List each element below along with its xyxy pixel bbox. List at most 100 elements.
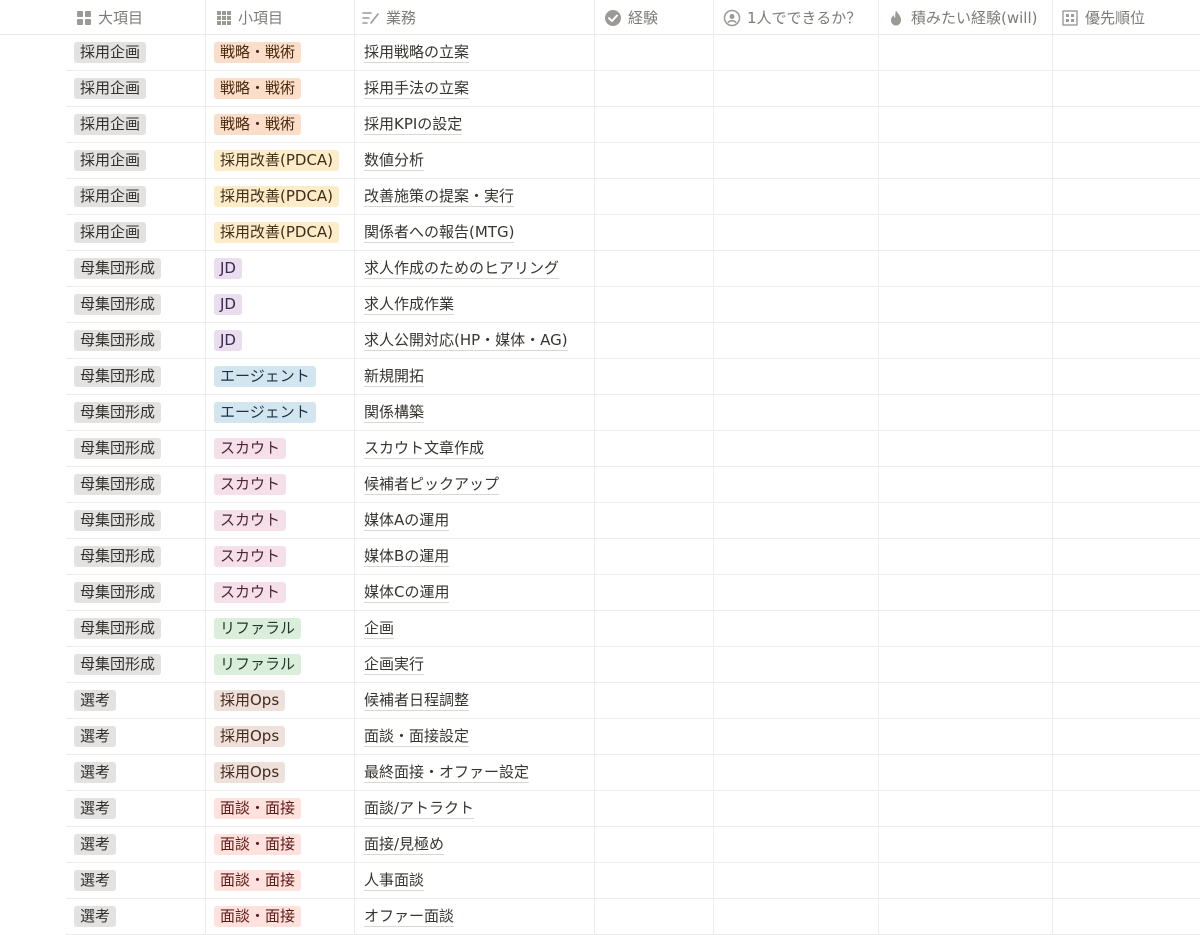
task-cell[interactable]: 改善施策の提案・実行 bbox=[364, 179, 515, 214]
task-title[interactable]: 採用手法の立案 bbox=[364, 79, 470, 99]
minor-category-cell[interactable]: JD bbox=[214, 287, 242, 322]
table-row[interactable]: 母集団形成 エージェント 関係構築 bbox=[66, 395, 1200, 431]
minor-category-cell[interactable]: 採用Ops bbox=[214, 755, 286, 790]
table-row[interactable]: 採用企画 戦略・戦術 採用戦略の立案 bbox=[66, 35, 1200, 71]
task-title[interactable]: 改善施策の提案・実行 bbox=[364, 187, 515, 207]
minor-category-cell[interactable]: JD bbox=[214, 251, 242, 286]
table-row[interactable]: 採用企画 戦略・戦術 採用手法の立案 bbox=[66, 71, 1200, 107]
column-header-will[interactable]: 積みたい経験(will) bbox=[887, 0, 1037, 35]
major-category-cell[interactable]: 母集団形成 bbox=[74, 431, 162, 466]
task-title[interactable]: 候補者ピックアップ bbox=[364, 475, 500, 495]
task-title[interactable]: 企画 bbox=[364, 619, 395, 639]
minor-category-cell[interactable]: 採用改善(PDCA) bbox=[214, 215, 340, 250]
task-cell[interactable]: 求人作成のためのヒアリング bbox=[364, 251, 560, 286]
minor-category-cell[interactable]: 採用Ops bbox=[214, 719, 286, 754]
task-cell[interactable]: スカウト文章作成 bbox=[364, 431, 485, 466]
task-cell[interactable]: 面接/見極め bbox=[364, 827, 445, 862]
task-title[interactable]: 面談・面接設定 bbox=[364, 727, 470, 747]
major-category-cell[interactable]: 母集団形成 bbox=[74, 251, 162, 286]
task-cell[interactable]: 関係者への報告(MTG) bbox=[364, 215, 515, 250]
minor-category-cell[interactable]: スカウト bbox=[214, 503, 287, 538]
table-row[interactable]: 選考 採用Ops 面談・面接設定 bbox=[66, 719, 1200, 755]
minor-category-cell[interactable]: 面談・面接 bbox=[214, 899, 302, 934]
task-title[interactable]: オファー面談 bbox=[364, 907, 455, 927]
table-row[interactable]: 母集団形成 スカウト 媒体Bの運用 bbox=[66, 539, 1200, 575]
minor-category-cell[interactable]: エージェント bbox=[214, 395, 316, 430]
table-row[interactable]: 母集団形成 JD 求人作成のためのヒアリング bbox=[66, 251, 1200, 287]
major-category-cell[interactable]: 採用企画 bbox=[74, 107, 147, 142]
minor-category-cell[interactable]: 戦略・戦術 bbox=[214, 71, 302, 106]
minor-category-cell[interactable]: JD bbox=[214, 323, 242, 358]
major-category-cell[interactable]: 採用企画 bbox=[74, 35, 147, 70]
table-row[interactable]: 選考 面談・面接 オファー面談 bbox=[66, 899, 1200, 935]
table-row[interactable]: 選考 面談・面接 面接/見極め bbox=[66, 827, 1200, 863]
task-cell[interactable]: オファー面談 bbox=[364, 899, 455, 934]
major-category-cell[interactable]: 採用企画 bbox=[74, 143, 147, 178]
minor-category-cell[interactable]: スカウト bbox=[214, 539, 287, 574]
table-row[interactable]: 選考 面談・面接 人事面談 bbox=[66, 863, 1200, 899]
table-row[interactable]: 母集団形成 スカウト スカウト文章作成 bbox=[66, 431, 1200, 467]
table-row[interactable]: 選考 面談・面接 面談/アトラクト bbox=[66, 791, 1200, 827]
major-category-cell[interactable]: 選考 bbox=[74, 719, 117, 754]
major-category-cell[interactable]: 母集団形成 bbox=[74, 503, 162, 538]
minor-category-cell[interactable]: リファラル bbox=[214, 611, 302, 646]
task-title[interactable]: 企画実行 bbox=[364, 655, 425, 675]
task-title[interactable]: 関係構築 bbox=[364, 403, 425, 423]
major-category-cell[interactable]: 選考 bbox=[74, 863, 117, 898]
table-row[interactable]: 採用企画 採用改善(PDCA) 数値分析 bbox=[66, 143, 1200, 179]
major-category-cell[interactable]: 選考 bbox=[74, 755, 117, 790]
task-title[interactable]: 媒体Aの運用 bbox=[364, 511, 450, 531]
task-cell[interactable]: 求人公開対応(HP・媒体・AG) bbox=[364, 323, 568, 358]
task-title[interactable]: 採用KPIの設定 bbox=[364, 115, 463, 135]
task-title[interactable]: 採用戦略の立案 bbox=[364, 43, 470, 63]
minor-category-cell[interactable]: 採用改善(PDCA) bbox=[214, 179, 340, 214]
task-cell[interactable]: 人事面談 bbox=[364, 863, 425, 898]
task-title[interactable]: 人事面談 bbox=[364, 871, 425, 891]
task-cell[interactable]: 新規開拓 bbox=[364, 359, 425, 394]
minor-category-cell[interactable]: 採用改善(PDCA) bbox=[214, 143, 340, 178]
task-cell[interactable]: 面談・面接設定 bbox=[364, 719, 470, 754]
task-title[interactable]: 媒体Bの運用 bbox=[364, 547, 450, 567]
task-cell[interactable]: 採用KPIの設定 bbox=[364, 107, 463, 142]
task-title[interactable]: 最終面接・オファー設定 bbox=[364, 763, 530, 783]
minor-category-cell[interactable]: 戦略・戦術 bbox=[214, 35, 302, 70]
task-title[interactable]: 数値分析 bbox=[364, 151, 425, 171]
task-cell[interactable]: 採用戦略の立案 bbox=[364, 35, 470, 70]
major-category-cell[interactable]: 母集団形成 bbox=[74, 575, 162, 610]
column-header-minor[interactable]: 小項目 bbox=[216, 0, 283, 35]
table-row[interactable]: 選考 採用Ops 候補者日程調整 bbox=[66, 683, 1200, 719]
table-row[interactable]: 母集団形成 スカウト 媒体Aの運用 bbox=[66, 503, 1200, 539]
major-category-cell[interactable]: 母集団形成 bbox=[74, 359, 162, 394]
task-cell[interactable]: 面談/アトラクト bbox=[364, 791, 475, 826]
task-cell[interactable]: 候補者ピックアップ bbox=[364, 467, 500, 502]
task-title[interactable]: 媒体Cの運用 bbox=[364, 583, 450, 603]
major-category-cell[interactable]: 採用企画 bbox=[74, 179, 147, 214]
task-title[interactable]: 関係者への報告(MTG) bbox=[364, 223, 515, 243]
minor-category-cell[interactable]: リファラル bbox=[214, 647, 302, 682]
major-category-cell[interactable]: 選考 bbox=[74, 791, 117, 826]
major-category-cell[interactable]: 母集団形成 bbox=[74, 611, 162, 646]
column-header-priority[interactable]: 優先順位 bbox=[1061, 0, 1145, 35]
major-category-cell[interactable]: 母集団形成 bbox=[74, 323, 162, 358]
task-cell[interactable]: 候補者日程調整 bbox=[364, 683, 470, 718]
task-title[interactable]: 候補者日程調整 bbox=[364, 691, 470, 711]
task-cell[interactable]: 求人作成作業 bbox=[364, 287, 455, 322]
minor-category-cell[interactable]: スカウト bbox=[214, 575, 287, 610]
table-row[interactable]: 母集団形成 JD 求人公開対応(HP・媒体・AG) bbox=[66, 323, 1200, 359]
column-header-experience[interactable]: 経験 bbox=[604, 0, 658, 35]
task-cell[interactable]: 企画実行 bbox=[364, 647, 425, 682]
minor-category-cell[interactable]: エージェント bbox=[214, 359, 316, 394]
task-cell[interactable]: 媒体Cの運用 bbox=[364, 575, 450, 610]
task-title[interactable]: スカウト文章作成 bbox=[364, 439, 485, 459]
minor-category-cell[interactable]: 面談・面接 bbox=[214, 863, 302, 898]
major-category-cell[interactable]: 母集団形成 bbox=[74, 467, 162, 502]
minor-category-cell[interactable]: スカウト bbox=[214, 467, 287, 502]
major-category-cell[interactable]: 母集団形成 bbox=[74, 287, 162, 322]
task-cell[interactable]: 最終面接・オファー設定 bbox=[364, 755, 530, 790]
column-header-major[interactable]: 大項目 bbox=[76, 0, 143, 35]
table-row[interactable]: 母集団形成 エージェント 新規開拓 bbox=[66, 359, 1200, 395]
task-cell[interactable]: 媒体Bの運用 bbox=[364, 539, 450, 574]
major-category-cell[interactable]: 採用企画 bbox=[74, 215, 147, 250]
table-row[interactable]: 母集団形成 リファラル 企画実行 bbox=[66, 647, 1200, 683]
table-row[interactable]: 母集団形成 リファラル 企画 bbox=[66, 611, 1200, 647]
